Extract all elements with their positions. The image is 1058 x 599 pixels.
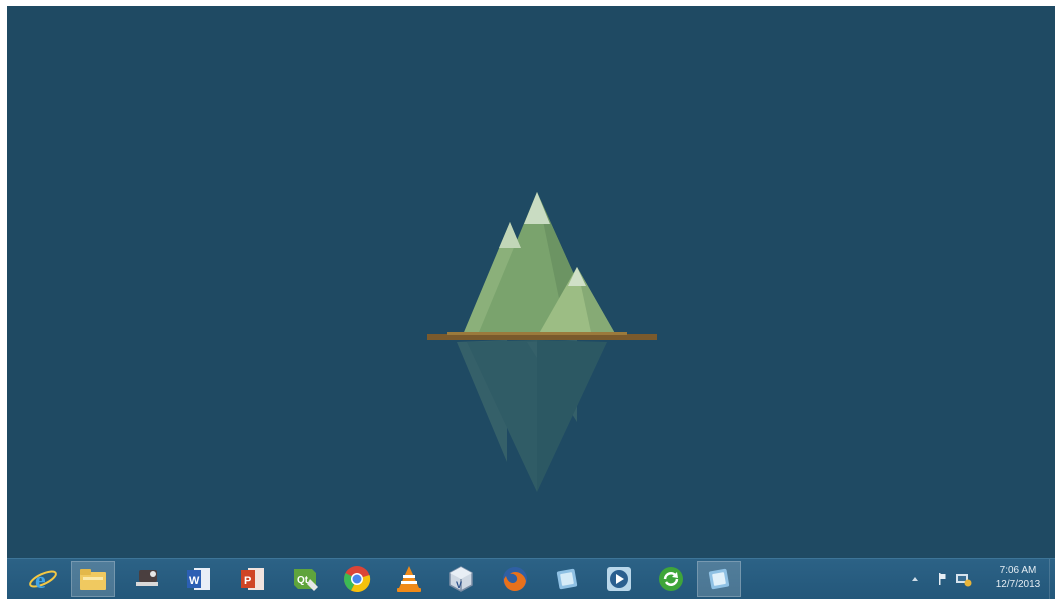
- word-icon[interactable]: W: [177, 561, 221, 597]
- network-icon[interactable]: [953, 569, 973, 589]
- svg-text:Qt: Qt: [297, 575, 309, 586]
- wallpaper-mountain-art: [427, 192, 657, 492]
- clock-time: 7:06 AM: [999, 565, 1037, 576]
- clock-date: 12/7/2013: [995, 579, 1041, 590]
- qt-creator-icon[interactable]: Qt: [283, 561, 327, 597]
- system-clock[interactable]: 7:06 AM 12/7/2013: [989, 564, 1047, 592]
- svg-text:V: V: [456, 580, 462, 590]
- file-explorer-icon[interactable]: [71, 561, 115, 597]
- image-viewer-icon[interactable]: [125, 561, 169, 597]
- show-hidden-icons-icon[interactable]: [909, 569, 921, 589]
- taskbar: e W P Qt V 7:06 AM 12/7/2013: [7, 558, 1055, 599]
- desktop[interactable]: e W P Qt V 7:06 AM 12/7/2013: [7, 6, 1055, 599]
- app-window-icon[interactable]: [545, 561, 589, 597]
- media-player-icon[interactable]: [597, 561, 641, 597]
- flag-icon[interactable]: [935, 569, 949, 589]
- show-desktop-button[interactable]: [1049, 559, 1055, 599]
- active-window-icon[interactable]: [697, 561, 741, 597]
- update-icon[interactable]: [649, 561, 693, 597]
- system-tray: 7:06 AM 12/7/2013: [895, 559, 1055, 599]
- firefox-icon[interactable]: [493, 561, 537, 597]
- svg-text:P: P: [244, 575, 251, 587]
- chrome-icon[interactable]: [335, 561, 379, 597]
- svg-text:W: W: [189, 575, 200, 587]
- vlc-icon[interactable]: [387, 561, 431, 597]
- internet-explorer-icon[interactable]: e: [21, 561, 65, 597]
- virtualbox-icon[interactable]: V: [439, 561, 483, 597]
- svg-text:e: e: [35, 568, 46, 594]
- powerpoint-icon[interactable]: P: [231, 561, 275, 597]
